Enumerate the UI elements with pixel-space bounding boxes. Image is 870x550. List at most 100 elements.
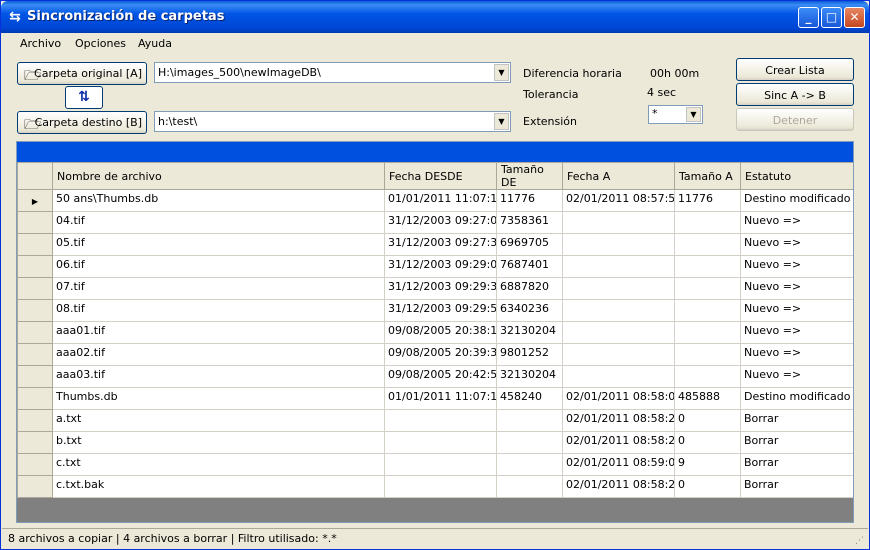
table-cell[interactable]: 458240 [496, 387, 563, 410]
row-selector[interactable] [17, 321, 53, 344]
table-cell[interactable]: Nuevo => [740, 299, 853, 322]
table-cell[interactable]: 32130204 [496, 321, 563, 344]
table-cell[interactable] [562, 365, 675, 388]
table-cell[interactable]: c.txt [52, 453, 385, 476]
table-cell[interactable]: 0 [674, 409, 741, 432]
table-cell[interactable]: 9801252 [496, 343, 563, 366]
table-cell[interactable]: 02/01/2011 08:58:08 [562, 387, 675, 410]
column-header[interactable]: Estatuto [740, 162, 853, 190]
table-cell[interactable]: 6340236 [496, 299, 563, 322]
table-cell[interactable] [496, 431, 563, 454]
table-cell[interactable] [384, 453, 497, 476]
table-cell[interactable]: 05.tif [52, 233, 385, 256]
table-cell[interactable] [496, 475, 563, 498]
table-cell[interactable] [674, 211, 741, 234]
chevron-down-icon[interactable]: ▼ [494, 64, 509, 81]
table-cell[interactable]: aaa01.tif [52, 321, 385, 344]
table-cell[interactable]: Borrar [740, 453, 853, 476]
table-row[interactable]: ▶ 50 ans\Thumbs.db 01/01/2011 11:07:11 1177… [17, 189, 853, 212]
close-button[interactable]: ✕ [844, 7, 865, 28]
table-cell[interactable]: 31/12/2003 09:29:00 [384, 255, 497, 278]
row-selector[interactable] [17, 453, 53, 476]
table-cell[interactable] [674, 321, 741, 344]
table-cell[interactable]: 7358361 [496, 211, 563, 234]
extension-select[interactable]: * ▼ [648, 105, 703, 124]
table-row[interactable]: 04.tif 31/12/2003 09:27:08 7358361 Nuevo => [17, 211, 853, 234]
table-cell[interactable]: 04.tif [52, 211, 385, 234]
table-cell[interactable]: a.txt [52, 409, 385, 432]
row-selector[interactable] [17, 255, 53, 278]
create-list-button[interactable]: Crear Lista [736, 58, 854, 81]
table-cell[interactable]: 08.tif [52, 299, 385, 322]
table-row[interactable]: aaa02.tif 09/08/2005 20:39:34 9801252 Nuevo… [17, 343, 853, 366]
table-row[interactable]: aaa01.tif 09/08/2005 20:38:10 32130204 Nuev… [17, 321, 853, 344]
table-cell[interactable] [674, 277, 741, 300]
table-cell[interactable]: 31/12/2003 09:29:56 [384, 299, 497, 322]
menu-ayuda[interactable]: Ayuda [138, 37, 172, 50]
table-row[interactable]: aaa03.tif 09/08/2005 20:42:58 32130204 Nuev… [17, 365, 853, 388]
table-row[interactable]: 08.tif 31/12/2003 09:29:56 6340236 Nuevo => [17, 299, 853, 322]
table-cell[interactable] [562, 233, 675, 256]
table-cell[interactable] [562, 211, 675, 234]
origin-path-combo[interactable]: H:\images_500\newImageDB\ ▼ [154, 62, 511, 83]
row-selector[interactable] [17, 431, 53, 454]
table-cell[interactable]: 02/01/2011 08:59:05 [562, 453, 675, 476]
table-cell[interactable]: Nuevo => [740, 277, 853, 300]
table-cell[interactable]: 31/12/2003 09:27:08 [384, 211, 497, 234]
table-cell[interactable]: Borrar [740, 431, 853, 454]
table-cell[interactable]: Borrar [740, 475, 853, 498]
table-cell[interactable]: Nuevo => [740, 255, 853, 278]
table-cell[interactable]: 09/08/2005 20:38:10 [384, 321, 497, 344]
table-cell[interactable]: Nuevo => [740, 321, 853, 344]
table-row[interactable]: 07.tif 31/12/2003 09:29:30 6887820 Nuevo => [17, 277, 853, 300]
table-cell[interactable]: 32130204 [496, 365, 563, 388]
table-row[interactable]: Thumbs.db 01/01/2011 11:07:11 458240 02/01/… [17, 387, 853, 410]
table-cell[interactable] [384, 409, 497, 432]
table-cell[interactable]: 07.tif [52, 277, 385, 300]
menu-opciones[interactable]: Opciones [75, 37, 126, 50]
table-cell[interactable] [562, 255, 675, 278]
table-cell[interactable]: Nuevo => [740, 211, 853, 234]
chevron-down-icon[interactable]: ▼ [686, 107, 701, 122]
table-cell[interactable]: 6969705 [496, 233, 563, 256]
table-cell[interactable] [674, 365, 741, 388]
table-cell[interactable]: 50 ans\Thumbs.db [52, 189, 385, 212]
column-header[interactable]: Tamaño A [674, 162, 741, 190]
table-cell[interactable]: 02/01/2011 08:57:56 [562, 189, 675, 212]
table-cell[interactable]: 06.tif [52, 255, 385, 278]
table-cell[interactable] [562, 343, 675, 366]
row-selector[interactable] [17, 277, 53, 300]
table-cell[interactable]: 09/08/2005 20:42:58 [384, 365, 497, 388]
table-row[interactable]: c.txt.bak 02/01/2011 08:58:25 0 Borrar [17, 475, 853, 498]
table-cell[interactable] [674, 233, 741, 256]
table-cell[interactable]: 31/12/2003 09:29:30 [384, 277, 497, 300]
dest-folder-button[interactable]: 🗁 Carpeta destino [B] [17, 111, 147, 134]
row-selector[interactable] [17, 475, 53, 498]
table-cell[interactable]: 0 [674, 431, 741, 454]
table-cell[interactable] [496, 409, 563, 432]
table-cell[interactable]: Thumbs.db [52, 387, 385, 410]
table-cell[interactable]: 02/01/2011 08:58:25 [562, 475, 675, 498]
table-cell[interactable]: b.txt [52, 431, 385, 454]
row-selector[interactable] [17, 211, 53, 234]
table-cell[interactable]: Destino modificado [740, 387, 853, 410]
minimize-button[interactable]: _ [798, 7, 819, 28]
table-cell[interactable] [562, 321, 675, 344]
chevron-down-icon[interactable]: ▼ [494, 113, 509, 130]
resize-grip-icon[interactable]: ⋰ [855, 536, 864, 546]
file-grid[interactable]: Nombre de archivo Fecha DESDE Tamaño DE … [16, 141, 854, 523]
maximize-button[interactable]: □ [821, 7, 842, 28]
table-row[interactable]: 06.tif 31/12/2003 09:29:00 7687401 Nuevo => [17, 255, 853, 278]
table-cell[interactable] [674, 299, 741, 322]
table-cell[interactable]: 02/01/2011 08:58:25 [562, 431, 675, 454]
table-cell[interactable]: aaa03.tif [52, 365, 385, 388]
table-cell[interactable]: Nuevo => [740, 233, 853, 256]
table-cell[interactable] [496, 453, 563, 476]
table-cell[interactable]: Borrar [740, 409, 853, 432]
table-row[interactable]: c.txt 02/01/2011 08:59:05 9 Borrar [17, 453, 853, 476]
column-header[interactable]: Fecha DESDE [384, 162, 497, 190]
table-cell[interactable]: 02/01/2011 08:58:25 [562, 409, 675, 432]
row-selector[interactable]: ▶ [17, 189, 53, 212]
table-cell[interactable] [384, 475, 497, 498]
column-header[interactable]: Nombre de archivo [52, 162, 385, 190]
